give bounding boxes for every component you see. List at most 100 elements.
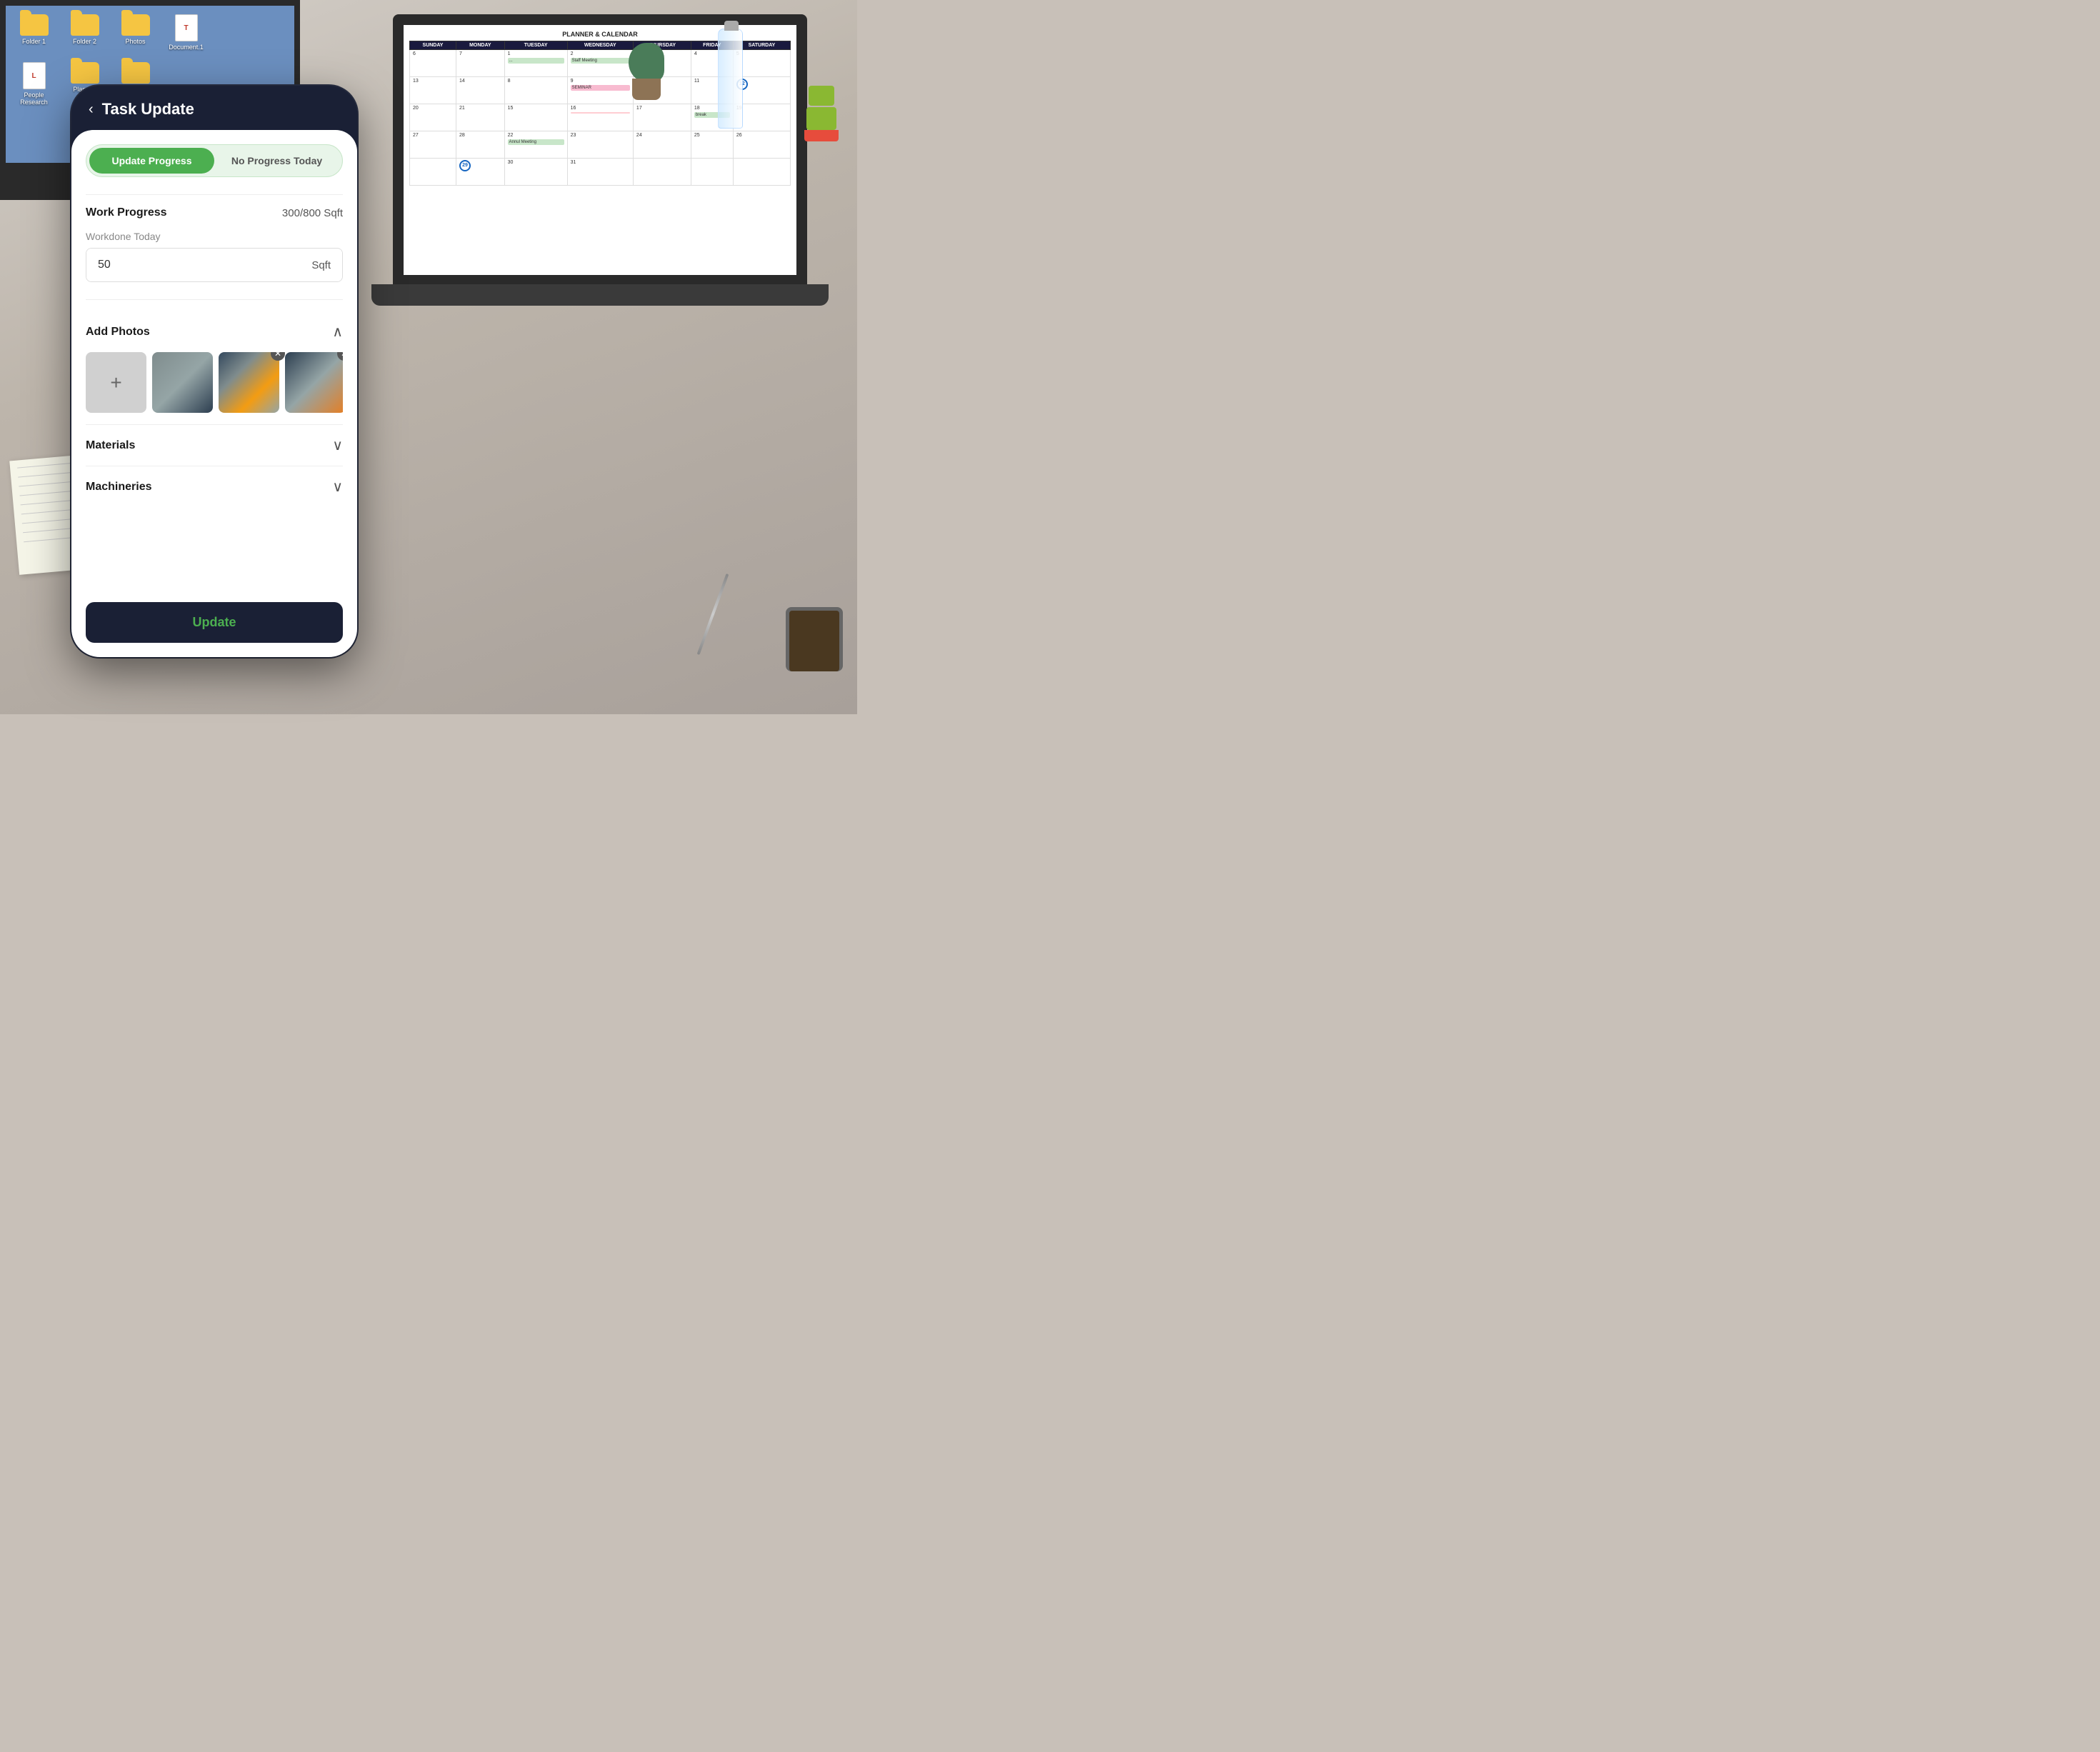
workdone-input-row: Sqft	[86, 248, 343, 282]
desktop-icon-folder2: Folder 2	[65, 14, 104, 51]
plus-icon: +	[110, 371, 121, 394]
photos-row: + ✕ ✕	[86, 352, 343, 424]
materials-section: Materials ∨	[86, 424, 343, 466]
divider-2	[86, 299, 343, 300]
doc-icon: T	[175, 14, 198, 41]
phone-frame: ‹ Task Update Update Progress No Progres…	[71, 86, 357, 657]
workdone-label: Workdone Today	[86, 231, 343, 242]
progress-toggle: Update Progress No Progress Today	[86, 144, 343, 177]
mug-inner	[789, 611, 839, 671]
water-bottle	[718, 29, 743, 129]
machineries-label: Machineries	[86, 481, 151, 494]
add-photos-label: Add Photos	[86, 326, 150, 339]
cal-cell: 22Annul Meeting	[504, 131, 567, 159]
cal-cell: 24	[633, 131, 691, 159]
workdone-input[interactable]	[86, 249, 300, 281]
laptop-base	[371, 284, 829, 306]
phone-content: Update Progress No Progress Today Work P…	[71, 130, 357, 591]
bottle-cap	[724, 21, 739, 31]
no-progress-button[interactable]: No Progress Today	[214, 148, 339, 174]
photo-thumb-2: ✕	[219, 352, 279, 413]
desktop-icon-doc1: T Document.1	[166, 14, 206, 51]
cal-row-4: 27 28 22Annul Meeting 23 24 25 26	[410, 131, 791, 159]
workdone-unit: Sqft	[300, 249, 342, 281]
doc-label: Document.1	[169, 44, 204, 51]
cal-cell: 28	[456, 131, 504, 159]
phone-container: ‹ Task Update Update Progress No Progres…	[71, 86, 357, 657]
cal-cell	[733, 159, 790, 186]
cal-event	[571, 112, 630, 114]
update-button[interactable]: Update	[86, 602, 343, 643]
add-photos-section-header[interactable]: Add Photos ∧	[86, 311, 343, 352]
back-button[interactable]: ‹	[89, 101, 94, 118]
cal-cell: 13	[410, 77, 456, 104]
doc-label: People Research	[14, 91, 54, 106]
cal-day-mon: MONDAY	[456, 41, 504, 50]
materials-chevron-icon: ∨	[332, 436, 343, 454]
folder-label: Folder 1	[22, 38, 46, 45]
plant	[621, 43, 671, 100]
machineries-section-header[interactable]: Machineries ∨	[86, 466, 343, 507]
photo-image-3	[285, 352, 343, 413]
plant-leaves	[629, 43, 664, 82]
robot-base	[804, 130, 839, 141]
cal-cell: 16	[567, 104, 633, 131]
folder-label: Folder 2	[73, 38, 96, 45]
cal-cell	[691, 159, 733, 186]
laptop-body: PLANNER & CALENDAR SUNDAY MONDAY TUESDAY…	[393, 14, 807, 286]
desktop-icon-doc2: L People Research	[14, 62, 54, 106]
cal-circled-date-29: 29	[459, 160, 471, 171]
add-photo-button[interactable]: +	[86, 352, 146, 413]
materials-label: Materials	[86, 439, 135, 452]
photo-image-2	[219, 352, 279, 413]
cal-cell: 8	[504, 77, 567, 104]
machineries-section: Machineries ∨	[86, 466, 343, 507]
cal-cell: 7	[456, 50, 504, 77]
plant-pot	[632, 79, 661, 100]
cal-day-tue: TUESDAY	[504, 41, 567, 50]
folder-icon	[71, 62, 99, 84]
cal-row-5: 29 30 31	[410, 159, 791, 186]
coffee-mug	[786, 607, 843, 671]
work-progress-row: Work Progress 300/800 Sqft	[86, 206, 343, 219]
cal-cell: 26	[733, 131, 790, 159]
cal-cell: 20	[410, 104, 456, 131]
update-progress-button[interactable]: Update Progress	[89, 148, 214, 174]
photo-image-1	[152, 352, 213, 413]
cal-cell	[410, 159, 456, 186]
update-button-container: Update	[71, 591, 357, 657]
materials-section-header[interactable]: Materials ∨	[86, 425, 343, 466]
cal-cell	[633, 159, 691, 186]
cal-cell: 1...	[504, 50, 567, 77]
robot-body	[806, 107, 836, 130]
cal-cell: 14	[456, 77, 504, 104]
desktop-icon-folder1: Folder 1	[14, 14, 54, 51]
phone-header: ‹ Task Update	[71, 86, 357, 130]
add-photos-chevron-icon: ∧	[332, 323, 343, 341]
divider	[86, 194, 343, 195]
cal-cell: 25	[691, 131, 733, 159]
work-progress-value: 300/800 Sqft	[282, 207, 343, 219]
photo-thumb-3: ✕	[285, 352, 343, 413]
folder-icon	[121, 14, 150, 36]
folder-icon	[71, 14, 99, 36]
cal-cell: 6	[410, 50, 456, 77]
folder-label: Photos	[125, 38, 145, 45]
folder-icon	[20, 14, 49, 36]
machineries-chevron-icon: ∨	[332, 478, 343, 496]
cal-cell: 21	[456, 104, 504, 131]
cal-cell: 23	[567, 131, 633, 159]
cal-day-sun: SUNDAY	[410, 41, 456, 50]
work-progress-label: Work Progress	[86, 206, 167, 219]
cal-event: Annul Meeting	[508, 139, 564, 145]
robot-toy	[800, 86, 843, 143]
cal-event: ...	[508, 58, 564, 64]
laptop: PLANNER & CALENDAR SUNDAY MONDAY TUESDAY…	[357, 14, 857, 371]
cal-cell: 30	[504, 159, 567, 186]
page-title: Task Update	[102, 100, 194, 119]
cal-cell: 15	[504, 104, 567, 131]
photo-thumb-1	[152, 352, 213, 413]
robot-head	[809, 86, 834, 106]
cal-cell: 27	[410, 131, 456, 159]
cal-cell: 29	[456, 159, 504, 186]
